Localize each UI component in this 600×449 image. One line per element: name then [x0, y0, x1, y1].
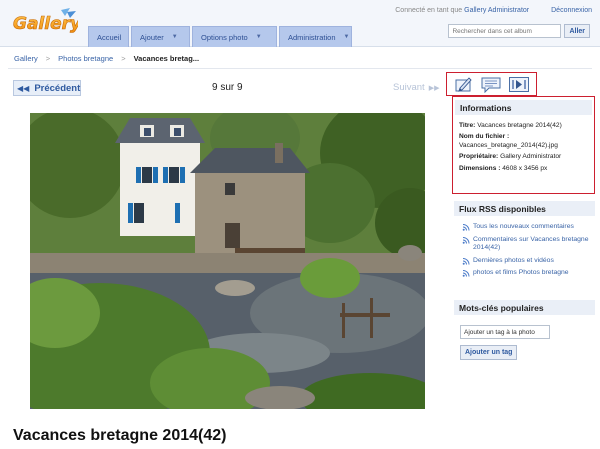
logged-in-label: Connecté en tant que [395, 7, 463, 14]
info-dimensions-label: Dimensions : [459, 164, 501, 172]
info-owner-value: Gallery Administrator [500, 153, 562, 161]
breadcrumb-photos-bretagne[interactable]: Photos bretagne [58, 54, 113, 63]
rss-item: photos et films Photos bretagne [462, 269, 598, 278]
breadcrumb-current: Vacances bretag... [133, 54, 200, 63]
nav-tab-accueil[interactable]: Accueil [88, 26, 129, 47]
header: Gallery Connecté en tant que Gallery Adm… [0, 0, 600, 47]
info-owner-row: Propriétaire: Gallery Administrator [459, 153, 588, 161]
breadcrumb-gallery[interactable]: Gallery [14, 54, 38, 63]
slideshow-icon[interactable] [508, 75, 531, 93]
photo-counter: 9 sur 9 [212, 82, 243, 93]
info-panel: Informations Titre: Vacances bretagne 20… [452, 96, 595, 194]
nav-tab-label: Ajouter [140, 32, 164, 42]
previous-arrow-icon: ◀◀ [17, 83, 30, 93]
edit-icon[interactable] [452, 75, 475, 93]
comment-icon[interactable] [480, 75, 503, 93]
info-title-row: Titre: Vacances bretagne 2014(42) [459, 122, 588, 130]
logout-link[interactable]: Déconnexion [551, 7, 592, 14]
previous-label: Précédent [34, 82, 81, 94]
gallery-logo[interactable]: Gallery [12, 8, 78, 36]
tags-heading: Mots-clés populaires [454, 300, 595, 315]
chevron-down-icon: ▼ [171, 34, 178, 40]
info-title-label: Titre: [459, 122, 476, 129]
info-filename-value: Vacances_bretagne_2014(42).jpg [459, 141, 558, 149]
search-button[interactable]: Aller [564, 24, 590, 38]
previous-button[interactable]: ◀◀ Précédent [13, 80, 81, 96]
photo-action-icons [446, 72, 537, 96]
next-button-disabled: Suivant ▶▶ [393, 82, 439, 93]
tag-input[interactable]: Ajouter un tag à la photo [460, 325, 550, 339]
divider [8, 68, 592, 69]
nav-tab-ajouter[interactable]: Ajouter ▼ [131, 26, 190, 47]
rss-icon [462, 224, 470, 231]
photo-title: Vacances bretagne 2014(42) [13, 427, 227, 444]
rss-link-photo-comments[interactable]: Commentaires sur Vacances bretagne 2014(… [473, 236, 598, 253]
rss-link-latest-photos[interactable]: Dernières photos et vidéos [473, 257, 554, 266]
photo-image[interactable] [30, 113, 425, 409]
info-owner-label: Propriétaire: [459, 153, 499, 161]
info-filename-row: Nom du fichier : Vacances_bretagne_2014(… [459, 133, 588, 150]
chevron-down-icon: ▼ [255, 34, 262, 40]
rss-link-album-media[interactable]: photos et films Photos bretagne [473, 269, 569, 278]
nav-tab-label: Options photo [201, 32, 248, 42]
next-label: Suivant [393, 82, 425, 93]
rss-item: Tous les nouveaux commentaires [462, 223, 598, 232]
info-list: Titre: Vacances bretagne 2014(42) Nom du… [453, 115, 594, 173]
next-arrow-icon: ▶▶ [428, 85, 440, 92]
rss-icon [462, 270, 470, 277]
nav-tab-options-photo[interactable]: Options photo ▼ [192, 26, 277, 47]
landscape-photo-graphic [30, 113, 425, 409]
info-title-value: Vacances bretagne 2014(42) [477, 122, 562, 129]
rss-icon [462, 257, 470, 265]
rss-icon [462, 236, 470, 244]
svg-text:Gallery: Gallery [13, 14, 78, 34]
search-form: Aller [448, 24, 590, 38]
breadcrumb: Gallery > Photos bretagne > Vacances bretag.… [14, 54, 199, 63]
nav-tab-label: Accueil [97, 32, 122, 42]
nav-tab-administration[interactable]: Administration ▼ [279, 26, 352, 47]
info-dimensions-row: Dimensions : 4608 x 3456 px [459, 165, 588, 173]
add-tag-button[interactable]: Ajouter un tag [460, 345, 518, 360]
user-name-link[interactable]: Gallery Administrator [464, 7, 529, 14]
rss-item: Commentaires sur Vacances bretagne 2014(… [462, 236, 598, 253]
nav-tab-label: Administration [288, 32, 336, 42]
breadcrumb-separator: > [121, 54, 126, 63]
breadcrumb-separator: > [45, 54, 51, 63]
rss-link-all-comments[interactable]: Tous les nouveaux commentaires [473, 223, 574, 232]
search-input[interactable] [448, 24, 562, 38]
info-heading: Informations [455, 100, 592, 115]
info-dimensions-value: 4608 x 3456 px [502, 164, 548, 172]
chevron-down-icon: ▼ [343, 34, 350, 40]
rss-heading: Flux RSS disponibles [454, 201, 595, 216]
info-filename-label: Nom du fichier : [459, 133, 510, 141]
user-status: Connecté en tant que Gallery Administrat… [395, 7, 592, 14]
main-nav: Accueil Ajouter ▼ Options photo ▼ Admini… [88, 26, 352, 47]
rss-item: Dernières photos et vidéos [462, 257, 598, 266]
gallery-logo-graphic: Gallery [13, 8, 78, 34]
rss-list: Tous les nouveaux commentaires Commentai… [462, 223, 598, 282]
